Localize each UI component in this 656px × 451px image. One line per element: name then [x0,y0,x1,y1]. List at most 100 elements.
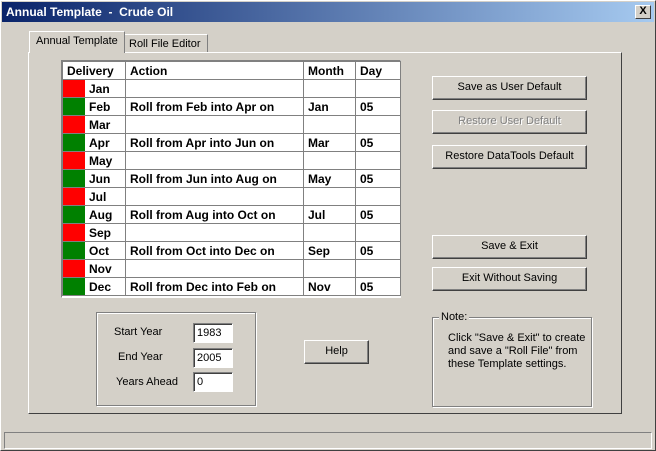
delivery-cell[interactable]: Nov [62,259,126,278]
restore-user-default-button[interactable]: Restore User Default [432,110,587,134]
header-action[interactable]: Action [125,61,304,80]
status-swatch [63,242,85,259]
delivery-cell[interactable]: Feb [62,97,126,116]
end-year-label: End Year [118,351,163,363]
end-year-input[interactable] [193,348,233,368]
tab-annual-template[interactable]: Annual Template [29,31,125,53]
dialog-window: Annual Template - Crude Oil X Annual Tem… [0,0,656,451]
help-button[interactable]: Help [304,340,369,364]
month-cell[interactable] [303,151,356,170]
exit-without-saving-button[interactable]: Exit Without Saving [432,267,587,291]
table-row[interactable]: Dec Roll from Dec into Feb on Nov 05 [62,277,401,296]
month-cell[interactable] [303,259,356,278]
day-cell[interactable] [355,187,401,206]
day-cell[interactable]: 05 [355,277,401,296]
start-year-label: Start Year [114,326,163,338]
delivery-cell-content: Sep [63,224,125,241]
day-cell[interactable]: 05 [355,241,401,260]
table-row[interactable]: Oct Roll from Oct into Dec on Sep 05 [62,241,401,260]
action-cell[interactable]: Roll from Feb into Apr on [125,97,304,116]
day-cell[interactable] [355,115,401,134]
month-cell[interactable] [303,79,356,98]
month-cell[interactable]: Sep [303,241,356,260]
month-cell[interactable]: May [303,169,356,188]
delivery-cell[interactable]: Jul [62,187,126,206]
header-month[interactable]: Month [303,61,356,80]
delivery-cell[interactable]: Oct [62,241,126,260]
tab-label: Annual Template [36,35,118,47]
action-cell[interactable] [125,187,304,206]
delivery-cell[interactable]: Mar [62,115,126,134]
title-bar[interactable]: Annual Template - Crude Oil X [2,2,654,22]
note-group: Note: Click "Save & Exit" to create and … [432,311,592,407]
status-swatch [63,80,85,97]
delivery-cell[interactable]: Dec [62,277,126,296]
table-row[interactable]: Jun Roll from Jun into Aug on May 05 [62,169,401,188]
table-row[interactable]: Feb Roll from Feb into Apr on Jan 05 [62,97,401,116]
restore-datatools-default-button[interactable]: Restore DataTools Default [432,145,587,169]
delivery-month: Mar [89,117,111,132]
status-swatch [63,188,85,205]
month-cell[interactable] [303,115,356,134]
close-button[interactable]: X [635,5,651,19]
delivery-cell[interactable]: Jan [62,79,126,98]
delivery-cell[interactable]: May [62,151,126,170]
action-cell[interactable] [125,223,304,242]
day-cell[interactable]: 05 [355,97,401,116]
delivery-cell[interactable]: Aug [62,205,126,224]
action-cell[interactable]: Roll from Dec into Feb on [125,277,304,296]
header-day[interactable]: Day [355,61,401,80]
save-exit-button[interactable]: Save & Exit [432,235,587,259]
day-cell[interactable]: 05 [355,169,401,188]
month-cell[interactable] [303,187,356,206]
delivery-cell-content: Apr [63,134,125,151]
action-cell[interactable]: Roll from Jun into Aug on [125,169,304,188]
action-cell[interactable] [125,79,304,98]
table-row[interactable]: Aug Roll from Aug into Oct on Jul 05 [62,205,401,224]
status-swatch [63,116,85,133]
delivery-month: Jun [89,171,111,186]
table-row[interactable]: Jul [62,187,401,206]
table-row[interactable]: Mar [62,115,401,134]
month-cell[interactable]: Nov [303,277,356,296]
status-swatch [63,260,85,277]
action-cell[interactable] [125,259,304,278]
delivery-cell[interactable]: Jun [62,169,126,188]
day-cell[interactable] [355,259,401,278]
table-row[interactable]: Apr Roll from Apr into Jun on Mar 05 [62,133,401,152]
month-cell[interactable]: Mar [303,133,356,152]
delivery-cell[interactable]: Sep [62,223,126,242]
day-cell[interactable] [355,79,401,98]
action-cell[interactable] [125,151,304,170]
delivery-grid[interactable]: Delivery Action Month Day Jan Feb Roll fro… [61,60,401,298]
delivery-cell[interactable]: Apr [62,133,126,152]
table-row[interactable]: Jan [62,79,401,98]
delivery-cell-content: Jul [63,188,125,205]
table-row[interactable]: Nov [62,259,401,278]
header-delivery[interactable]: Delivery [62,61,126,80]
month-cell[interactable] [303,223,356,242]
month-cell[interactable]: Jul [303,205,356,224]
status-swatch [63,134,85,151]
day-cell[interactable] [355,151,401,170]
save-as-user-default-button[interactable]: Save as User Default [432,76,587,100]
table-row[interactable]: Sep [62,223,401,242]
status-swatch [63,224,85,241]
status-swatch [63,98,85,115]
start-year-input[interactable] [193,323,233,343]
table-row[interactable]: May [62,151,401,170]
day-cell[interactable]: 05 [355,205,401,224]
years-ahead-input[interactable] [193,372,233,392]
action-cell[interactable]: Roll from Aug into Oct on [125,205,304,224]
month-cell[interactable]: Jan [303,97,356,116]
action-cell[interactable]: Roll from Apr into Jun on [125,133,304,152]
tab-roll-file-editor[interactable]: Roll File Editor [122,34,208,52]
action-cell[interactable]: Roll from Oct into Dec on [125,241,304,260]
delivery-month: Nov [89,261,112,276]
delivery-month: Sep [89,225,112,240]
close-icon: X [639,5,647,17]
day-cell[interactable] [355,223,401,242]
day-cell[interactable]: 05 [355,133,401,152]
action-cell[interactable] [125,115,304,134]
status-swatch [63,152,85,169]
